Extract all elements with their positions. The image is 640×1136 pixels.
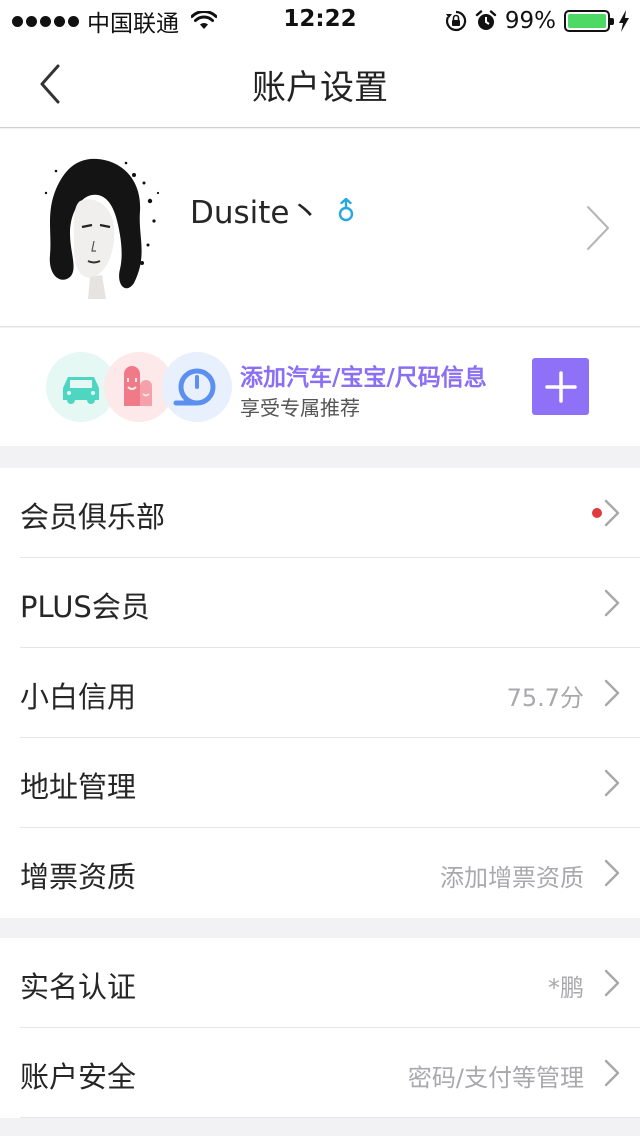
avatar: [44, 158, 160, 299]
row-label: 会员俱乐部: [20, 500, 166, 534]
nav-bar: 账户设置: [0, 40, 640, 128]
promo-title: 添加汽车/宝宝/尺码信息: [240, 365, 487, 391]
status-right: 99%: [445, 6, 630, 36]
row-label: 小白信用: [20, 680, 137, 714]
notification-dot: [592, 508, 602, 518]
chevron-right-icon: [604, 589, 620, 617]
measure-tape-icon: [162, 352, 232, 422]
promo-icons: [46, 352, 232, 422]
settings-row-address[interactable]: 地址管理: [20, 738, 640, 828]
row-label: 账户安全: [20, 1060, 137, 1094]
username-row: Dusite丶: [190, 187, 357, 232]
chevron-right-icon: [604, 679, 620, 707]
row-value: 密码/支付等管理: [407, 1064, 584, 1092]
settings-group-security: 实名认证 *鹏 账户安全 密码/支付等管理: [0, 938, 640, 1118]
rotation-lock-icon: [445, 10, 467, 32]
chevron-right-icon: [604, 1059, 620, 1087]
settings-row-plus-member[interactable]: PLUS会员: [20, 558, 640, 648]
settings-row-real-name[interactable]: 实名认证 *鹏: [20, 938, 640, 1028]
battery-icon: [564, 10, 614, 32]
chevron-right-icon: [604, 499, 620, 527]
status-bar: 中国联通 12:22 99%: [0, 0, 640, 40]
row-label: 增票资质: [20, 860, 137, 894]
row-label: 地址管理: [20, 770, 137, 804]
add-info-button[interactable]: [532, 358, 589, 415]
settings-row-invoice[interactable]: 增票资质 添加增票资质: [20, 828, 640, 918]
settings-row-account-security[interactable]: 账户安全 密码/支付等管理: [20, 1028, 640, 1118]
row-value: 75.7分: [506, 684, 584, 712]
male-icon: [338, 197, 353, 221]
promo-subtitle: 享受专属推荐: [240, 396, 360, 420]
plus-icon: [544, 370, 577, 403]
battery-percent: 99%: [504, 8, 556, 34]
chevron-right-icon: [604, 969, 620, 997]
charging-bolt-icon: [619, 10, 629, 32]
promo-banner[interactable]: 添加汽车/宝宝/尺码信息 享受专属推荐: [0, 328, 640, 446]
profile-card[interactable]: Dusite丶: [0, 129, 640, 327]
row-value: *鹏: [548, 974, 584, 1002]
settings-group-membership: 会员俱乐部 PLUS会员 小白信用 75.7分 地址管理 增票资质 添加增票资质: [0, 468, 640, 918]
row-value: 添加增票资质: [440, 864, 584, 892]
alarm-icon: [475, 10, 497, 30]
row-label: 实名认证: [20, 970, 137, 1004]
chevron-right-icon: [604, 769, 620, 797]
page-title: 账户设置: [252, 68, 388, 108]
chevron-right-icon: [604, 859, 620, 887]
row-label: PLUS会员: [20, 590, 150, 624]
settings-row-member-club[interactable]: 会员俱乐部: [20, 468, 640, 558]
username: Dusite丶: [190, 195, 321, 231]
settings-row-credit[interactable]: 小白信用 75.7分: [20, 648, 640, 738]
chevron-right-icon: [587, 206, 609, 250]
